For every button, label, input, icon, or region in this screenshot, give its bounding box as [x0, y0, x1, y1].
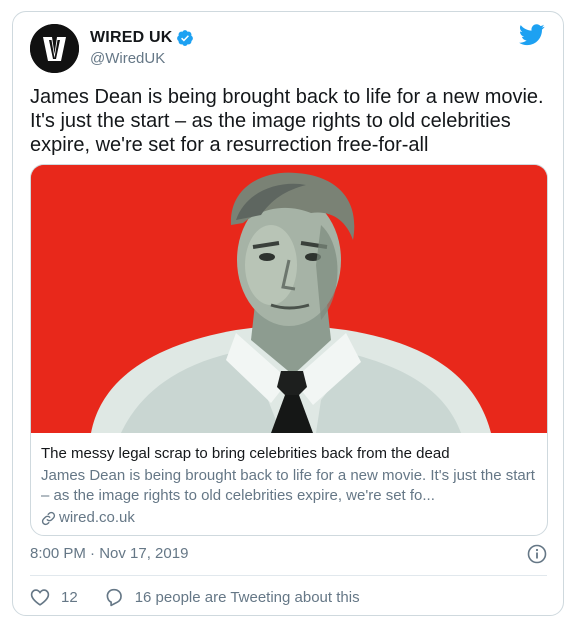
tweet-timestamp[interactable]: 8:00 PM · Nov 17, 2019 — [30, 545, 188, 562]
link-title: The messy legal scrap to bring celebriti… — [41, 445, 450, 462]
conversation-button[interactable]: 16 people are Tweeting about this — [104, 588, 360, 607]
link-domain-row: wired.co.uk — [41, 508, 537, 528]
reply-bubble-icon — [106, 588, 122, 606]
tweet-card[interactable]: WIRED UK @WiredUK James Dean is being br… — [12, 11, 564, 616]
author-handle[interactable]: @WiredUK — [90, 50, 194, 67]
tweet-text: James Dean is being brought back to life… — [30, 86, 544, 156]
like-button[interactable]: 12 — [30, 588, 78, 606]
link-preview-card[interactable]: The messy legal scrap to bring celebriti… — [30, 164, 548, 536]
link-description: James Dean is being brought back to life… — [41, 467, 535, 504]
tweet-actions: 12 16 people are Tweeting about this — [30, 584, 547, 610]
link-preview-image[interactable] — [31, 165, 547, 433]
divider — [30, 575, 547, 576]
tweet-header: WIRED UK @WiredUK — [30, 24, 547, 74]
avatar[interactable] — [30, 24, 79, 73]
link-preview-meta: The messy legal scrap to bring celebriti… — [41, 444, 537, 528]
timestamp-row: 8:00 PM · Nov 17, 2019 — [30, 542, 547, 566]
info-icon[interactable] — [527, 544, 547, 564]
twitter-logo-icon[interactable] — [519, 24, 545, 46]
portrait-illustration — [31, 165, 547, 433]
link-domain[interactable]: wired.co.uk — [59, 508, 135, 528]
conversation-text: 16 people are Tweeting about this — [134, 588, 360, 606]
link-icon — [41, 511, 56, 526]
heart-icon — [30, 589, 50, 606]
author-names: WIRED UK @WiredUK — [90, 29, 194, 67]
verified-badge-icon — [176, 29, 194, 47]
like-count: 12 — [61, 588, 78, 606]
display-name[interactable]: WIRED UK — [90, 29, 172, 47]
wired-logo-icon — [30, 24, 79, 73]
